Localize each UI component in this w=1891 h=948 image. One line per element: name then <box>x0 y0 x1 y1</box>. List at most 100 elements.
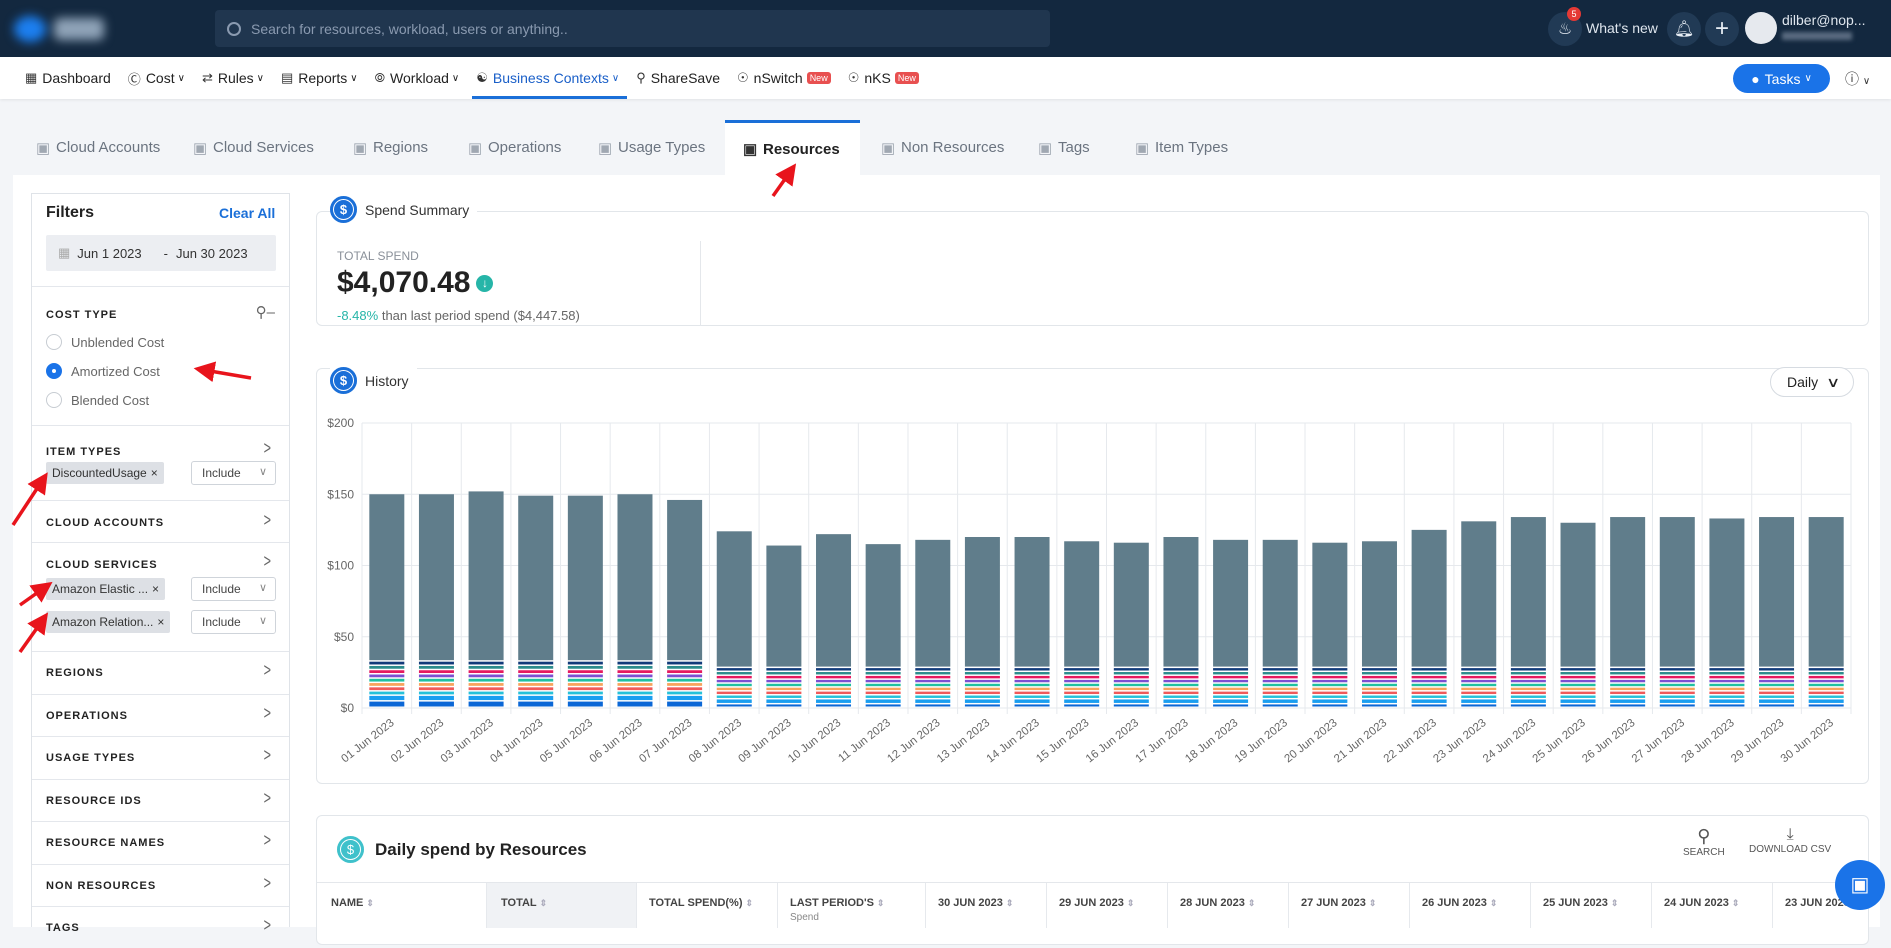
bar-segment[interactable] <box>1262 695 1298 698</box>
bar-segment[interactable] <box>964 683 1000 687</box>
clear-all-link[interactable]: Clear All <box>219 205 275 221</box>
bar-segment[interactable] <box>865 683 901 687</box>
bar-segment[interactable] <box>1262 699 1298 703</box>
search-button[interactable]: ⚲ SEARCH <box>1683 826 1725 858</box>
bar-segment[interactable] <box>468 661 504 665</box>
bar-segment[interactable] <box>1759 672 1795 675</box>
bar-segment[interactable] <box>1163 704 1199 707</box>
bar-segment[interactable] <box>468 695 504 701</box>
bar-segment[interactable] <box>716 691 752 695</box>
bar-segment[interactable] <box>865 699 901 703</box>
filter-section-resource-names[interactable]: RESOURCE NAMES > <box>32 821 289 863</box>
bar-segment[interactable] <box>1759 699 1795 703</box>
bar-segment[interactable] <box>915 699 951 703</box>
column-header[interactable]: 28 JUN 2023 ⇕ <box>1168 883 1289 928</box>
bar-segment[interactable] <box>1064 541 1100 667</box>
bar-segment[interactable] <box>915 675 951 679</box>
bar-segment[interactable] <box>667 499 703 661</box>
remove-chip-icon[interactable]: × <box>152 582 159 596</box>
bar-segment[interactable] <box>1411 672 1447 675</box>
download-csv-button[interactable]: ⤓ DOWNLOAD CSV <box>1749 826 1831 855</box>
bar-segment[interactable] <box>1361 679 1397 683</box>
bar-segment[interactable] <box>1461 683 1497 687</box>
bar-segment[interactable] <box>667 695 703 701</box>
bar-segment[interactable] <box>468 674 504 678</box>
sort-icon[interactable]: ⇕ <box>746 898 754 908</box>
bar-segment[interactable] <box>468 665 504 669</box>
bar-segment[interactable] <box>1709 518 1745 667</box>
bar-segment[interactable] <box>766 672 802 675</box>
bar-segment[interactable] <box>369 683 405 686</box>
bar-segment[interactable] <box>518 674 554 678</box>
bar-segment[interactable] <box>1014 691 1050 695</box>
bar-segment[interactable] <box>518 687 554 691</box>
bar-segment[interactable] <box>915 704 951 707</box>
bar-segment[interactable] <box>1064 687 1100 691</box>
bar-segment[interactable] <box>1163 679 1199 683</box>
tab-resources[interactable]: ▣ Resources <box>725 120 860 175</box>
bar-segment[interactable] <box>964 691 1000 695</box>
bar-segment[interactable] <box>1610 683 1646 687</box>
sort-icon[interactable]: ⇕ <box>540 898 548 908</box>
bar-segment[interactable] <box>1510 691 1546 695</box>
bar-segment[interactable] <box>1510 679 1546 683</box>
bar-segment[interactable] <box>518 670 554 674</box>
bar-segment[interactable] <box>1113 672 1149 675</box>
bar-segment[interactable] <box>1064 675 1100 679</box>
filter-chip[interactable]: Amazon Elastic ... × <box>46 578 166 600</box>
bar-segment[interactable] <box>1213 699 1249 703</box>
radio-unblended-cost[interactable]: Unblended Cost <box>46 334 164 350</box>
bar-segment[interactable] <box>1411 695 1447 698</box>
tab-regions[interactable]: ▣ Regions <box>335 120 448 175</box>
bar-segment[interactable] <box>1014 699 1050 703</box>
bar-segment[interactable] <box>667 670 703 674</box>
bar-segment[interactable] <box>518 495 554 661</box>
bar-segment[interactable] <box>567 661 603 665</box>
bar-segment[interactable] <box>1610 691 1646 695</box>
bar-segment[interactable] <box>1163 695 1199 698</box>
bar-segment[interactable] <box>1113 542 1149 667</box>
bar-segment[interactable] <box>915 683 951 687</box>
bar-segment[interactable] <box>567 691 603 695</box>
bar-segment[interactable] <box>1014 672 1050 675</box>
bar-segment[interactable] <box>865 544 901 667</box>
cloud-accounts-section[interactable]: CLOUD ACCOUNTS > <box>32 500 289 542</box>
bar-segment[interactable] <box>1361 687 1397 691</box>
bar-segment[interactable] <box>1808 679 1844 683</box>
plus-icon[interactable]: + <box>1705 12 1739 46</box>
bar-segment[interactable] <box>617 661 653 665</box>
bar-segment[interactable] <box>816 672 852 675</box>
bar-segment[interactable] <box>1113 683 1149 687</box>
bar-segment[interactable] <box>567 674 603 678</box>
sort-icon[interactable]: ⇕ <box>1611 898 1619 908</box>
bar-segment[interactable] <box>617 494 653 661</box>
bar-segment[interactable] <box>1312 699 1348 703</box>
bar-segment[interactable] <box>1560 704 1596 707</box>
filter-chip[interactable]: Amazon Relation... × <box>46 611 171 633</box>
bar-segment[interactable] <box>667 691 703 695</box>
bar-segment[interactable] <box>1411 704 1447 707</box>
bar-segment[interactable] <box>1709 675 1745 679</box>
bar-segment[interactable] <box>1610 679 1646 683</box>
bar-segment[interactable] <box>915 668 951 671</box>
search-collapse-icon[interactable]: ⚲– <box>256 303 275 321</box>
bar-segment[interactable] <box>716 672 752 675</box>
bar-segment[interactable] <box>1014 668 1050 671</box>
bar-segment[interactable] <box>865 675 901 679</box>
bar-segment[interactable] <box>1461 679 1497 683</box>
bar-segment[interactable] <box>766 679 802 683</box>
bar-segment[interactable] <box>1759 675 1795 679</box>
bar-segment[interactable] <box>1312 695 1348 698</box>
bar-segment[interactable] <box>1262 687 1298 691</box>
bar-segment[interactable] <box>369 494 405 661</box>
bar-segment[interactable] <box>518 665 554 669</box>
radio-blended-cost[interactable]: Blended Cost <box>46 392 149 408</box>
bar-segment[interactable] <box>667 661 703 665</box>
bar-segment[interactable] <box>964 679 1000 683</box>
bar-segment[interactable] <box>816 675 852 679</box>
bar-segment[interactable] <box>369 665 405 669</box>
bar-segment[interactable] <box>1560 675 1596 679</box>
bar-segment[interactable] <box>1163 699 1199 703</box>
column-header[interactable]: 29 JUN 2023 ⇕ <box>1047 883 1168 928</box>
bar-segment[interactable] <box>1560 672 1596 675</box>
